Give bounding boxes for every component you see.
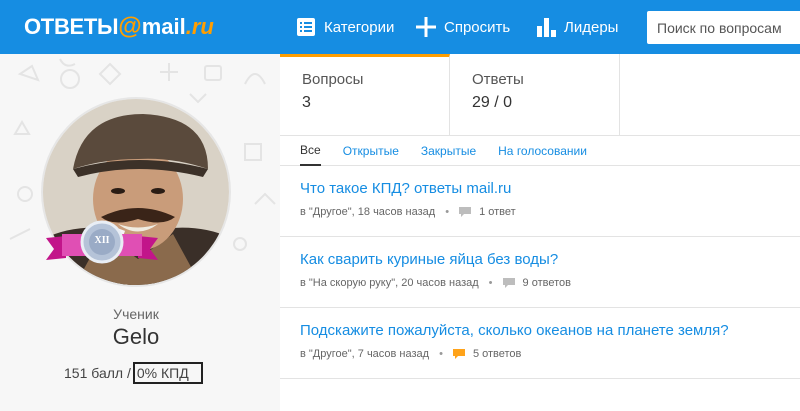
- user-role: Ученик: [113, 306, 159, 322]
- search-input[interactable]: [647, 11, 800, 44]
- top-bar: ОТВЕТЫ @ mail .ru Категории Спросить Лид…: [0, 0, 800, 54]
- comment-icon: [502, 278, 515, 288]
- nav-leaders[interactable]: Лидеры: [536, 0, 618, 54]
- question-category-time: в "Другое", 18 часов назад: [300, 206, 436, 218]
- list-item: Как сварить куриные яйца без воды? в "На…: [280, 238, 800, 308]
- question-title[interactable]: Как сварить куриные яйца без воды?: [300, 251, 800, 268]
- separator-dot: •: [445, 206, 450, 218]
- question-title[interactable]: Что такое КПД? ответы mail.ru: [300, 180, 800, 197]
- tab-voting[interactable]: На голосовании: [498, 136, 587, 166]
- question-meta: в "Другое", 18 часов назад • 1 ответ: [300, 206, 800, 218]
- logo-domain: mail: [141, 14, 186, 39]
- question-answers-count: 5 ответов: [472, 348, 522, 360]
- separator-dot: •: [439, 348, 443, 360]
- question-tabs: Все Открытые Закрытые На голосовании: [280, 136, 800, 166]
- user-name[interactable]: Gelo: [0, 324, 272, 350]
- comment-icon: [459, 207, 472, 217]
- list-item: Подскажите пожалуйста, сколько океанов н…: [280, 309, 800, 379]
- nav-leaders-label: Лидеры: [564, 18, 619, 36]
- list-icon: [296, 17, 316, 37]
- counter-answers[interactable]: Ответы 29 / 0: [450, 54, 620, 136]
- nav-categories-label: Категории: [324, 18, 395, 36]
- logo-at: @: [118, 13, 142, 40]
- bar-chart-icon: [536, 17, 556, 37]
- tab-open[interactable]: Открытые: [343, 136, 399, 166]
- tab-all[interactable]: Все: [300, 136, 321, 166]
- plus-icon: [416, 17, 436, 37]
- logo-ru: .ru: [185, 14, 214, 39]
- user-points: 151 балл /: [64, 365, 131, 381]
- question-title[interactable]: Подскажите пожалуйста, сколько океанов н…: [300, 322, 800, 339]
- rank-badge-label: XII: [94, 235, 110, 246]
- logo-text: ОТВЕТЫ: [24, 14, 119, 39]
- main-content: Вопросы 3 Ответы 29 / 0 Все Открытые Зак…: [280, 54, 800, 411]
- question-answers-count: 9 ответов: [522, 277, 571, 289]
- user-stats: 151 балл / 0% КПД: [64, 362, 203, 384]
- counters: Вопросы 3 Ответы 29 / 0: [280, 54, 800, 136]
- counter-answers-value: 29 / 0: [472, 94, 513, 111]
- list-item: Что такое КПД? ответы mail.ru в "Другое"…: [280, 167, 800, 237]
- comment-icon: [452, 349, 465, 359]
- counter-questions-value: 3: [302, 94, 311, 111]
- nav-ask-label: Спросить: [444, 18, 511, 36]
- profile-panel: XII Ученик Gelo 151 балл / 0% КПД: [0, 54, 280, 411]
- question-meta: в "На скорую руку", 20 часов назад • 9 о…: [300, 277, 800, 289]
- counter-answers-label: Ответы: [472, 71, 524, 88]
- question-meta: в "Другое", 7 часов назад • 5 ответов: [300, 348, 800, 360]
- tab-closed[interactable]: Закрытые: [421, 136, 476, 166]
- user-kpd: 0% КПД: [132, 362, 203, 384]
- question-category-time: в "На скорую руку", 20 часов назад: [300, 277, 479, 289]
- counter-questions[interactable]: Вопросы 3: [280, 54, 450, 136]
- counter-questions-label: Вопросы: [302, 71, 364, 88]
- nav-ask[interactable]: Спросить: [416, 0, 510, 54]
- question-category-time: в "Другое", 7 часов назад: [300, 348, 430, 360]
- separator-dot: •: [488, 277, 493, 289]
- logo[interactable]: ОТВЕТЫ @ mail .ru: [24, 13, 214, 41]
- question-answers-count: 1 ответ: [479, 206, 516, 218]
- nav-categories[interactable]: Категории: [296, 0, 394, 54]
